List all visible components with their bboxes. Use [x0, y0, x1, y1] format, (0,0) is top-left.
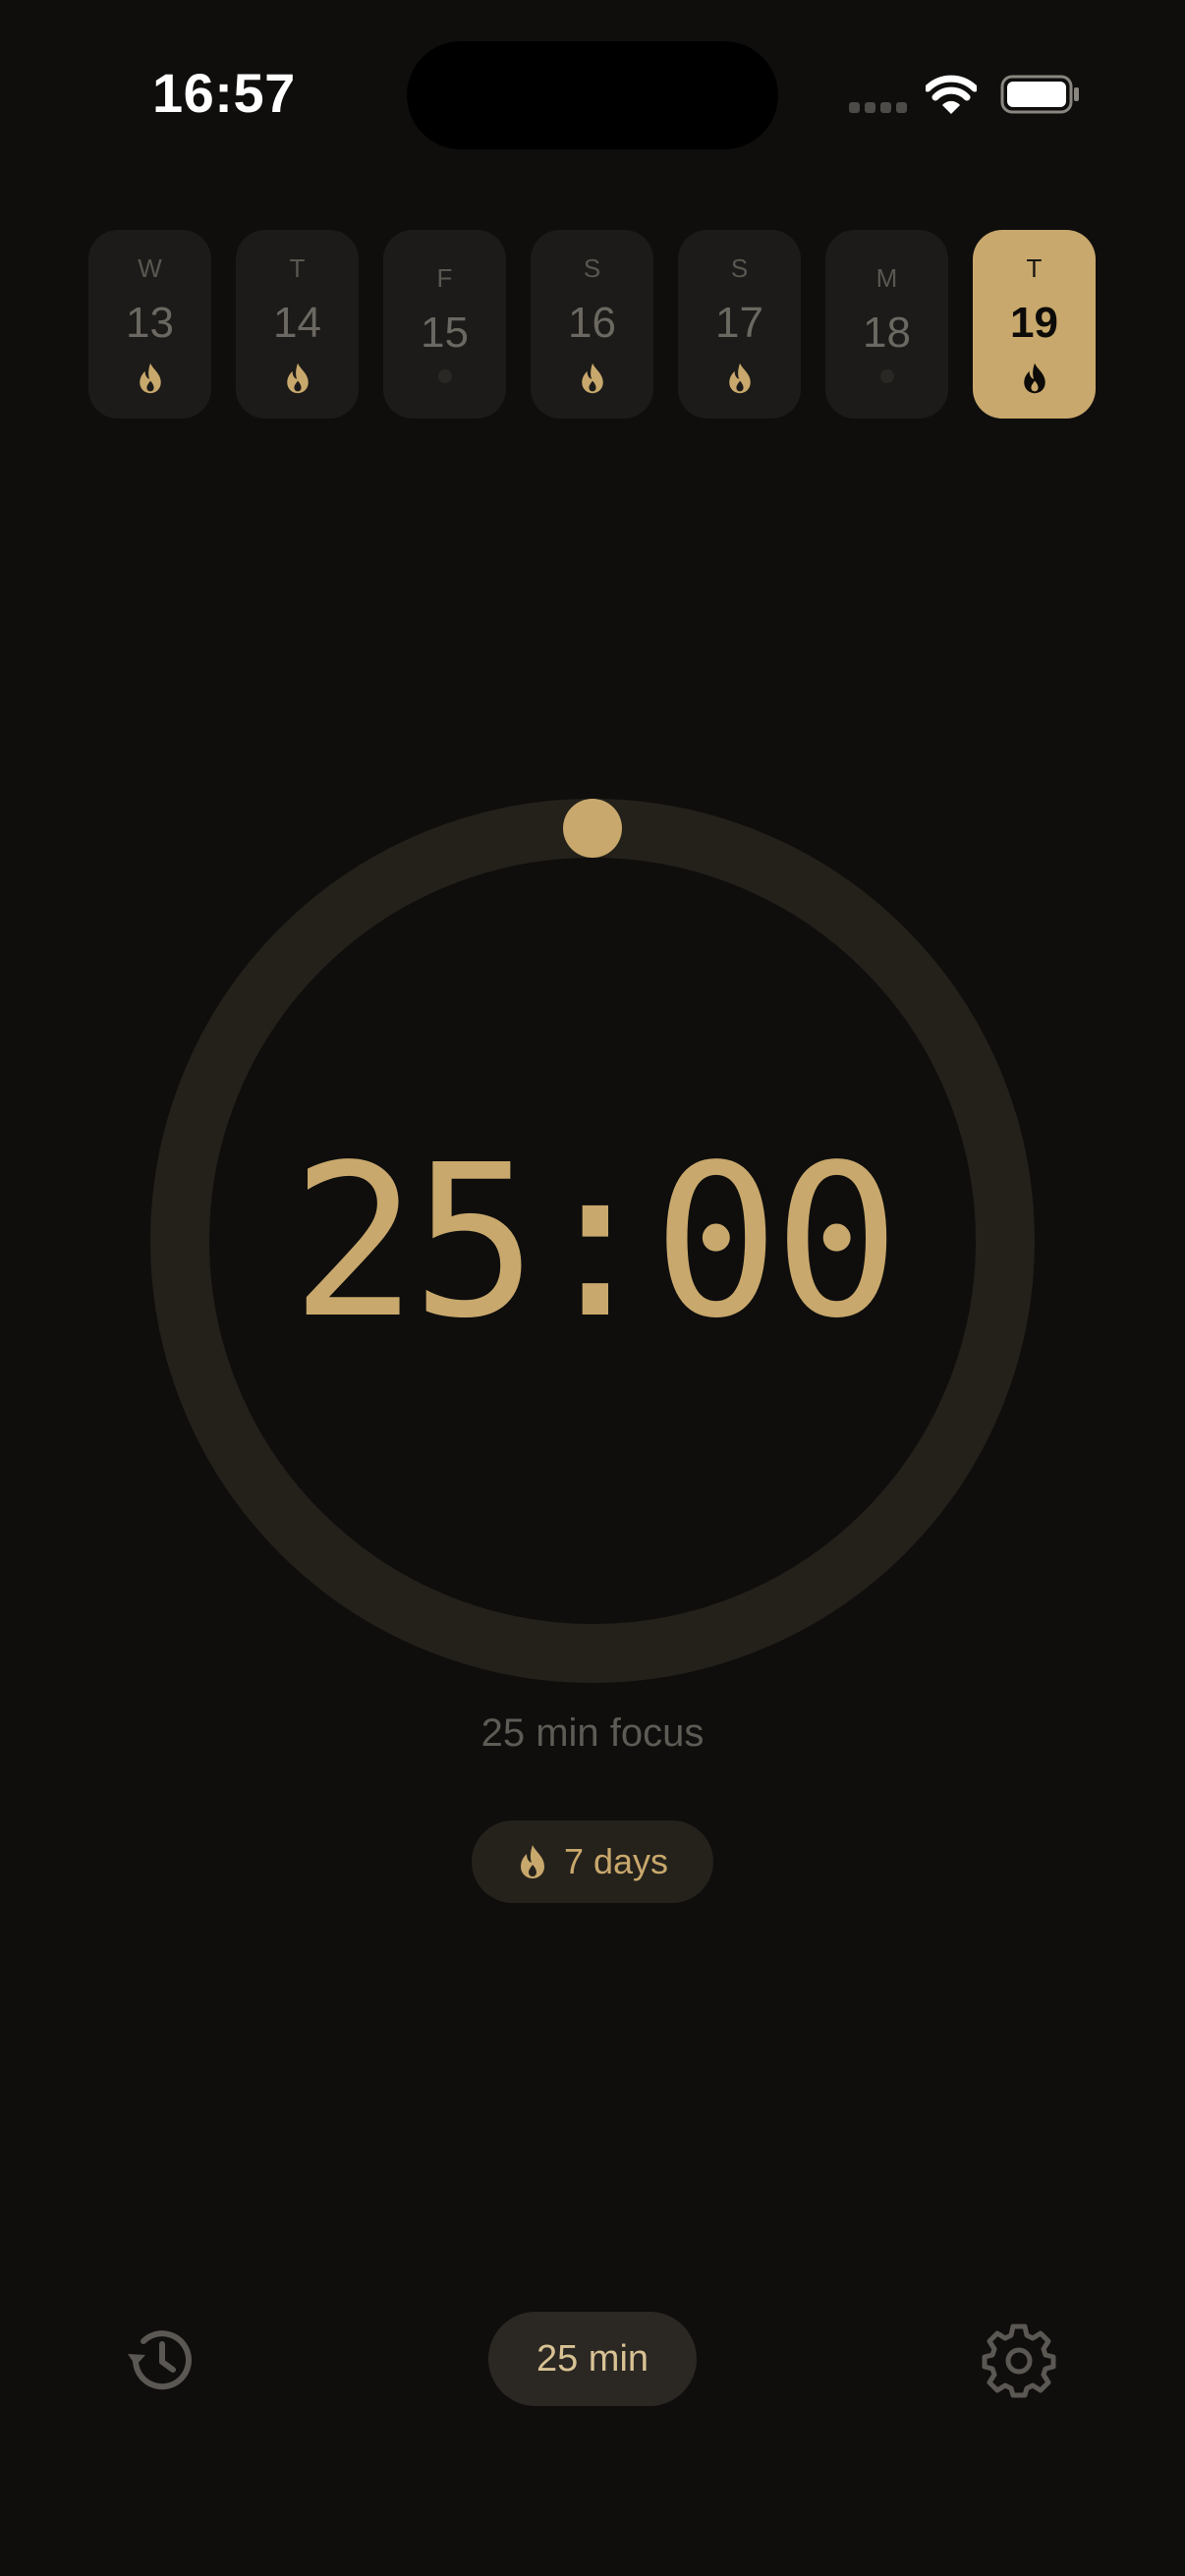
gear-icon[interactable]: [981, 2323, 1057, 2399]
day-chip-19[interactable]: T 19: [973, 230, 1096, 419]
timer-display[interactable]: 25:00: [148, 1100, 1037, 1385]
focus-timer-screen: 16:57 W 13 T 14 F 15 S 16 S 17 M 18 T 19 25:00 25 min…: [0, 0, 1185, 2576]
day-chip-13[interactable]: W 13: [88, 230, 211, 419]
empty-day-dot: [383, 369, 506, 383]
day-chip-18[interactable]: M 18: [825, 230, 948, 419]
flame-icon: [236, 362, 359, 395]
streak-badge[interactable]: 7 days: [472, 1820, 713, 1903]
history-icon[interactable]: [122, 2321, 200, 2399]
day-letter: T: [1026, 253, 1043, 283]
day-letter: T: [289, 253, 306, 283]
wifi-icon: [926, 75, 977, 114]
flame-icon: [88, 362, 211, 395]
empty-day-dot: [825, 369, 948, 383]
duration-button[interactable]: 25 min: [488, 2312, 697, 2406]
week-strip: W 13 T 14 F 15 S 16 S 17 M 18 T 19: [88, 230, 1097, 419]
day-number: 18: [863, 308, 911, 357]
day-number: 13: [126, 299, 174, 347]
day-letter: M: [875, 263, 898, 293]
dynamic-island: [407, 41, 778, 149]
day-letter: S: [583, 253, 601, 283]
flame-icon: [531, 362, 653, 395]
focus-caption: 25 min focus: [480, 1711, 705, 1755]
day-number: 14: [273, 299, 321, 347]
battery-icon: [1000, 75, 1079, 114]
day-letter: F: [436, 263, 453, 293]
flame-icon: [973, 362, 1096, 395]
day-chip-17[interactable]: S 17: [678, 230, 801, 419]
day-letter: S: [730, 253, 749, 283]
day-number: 17: [715, 299, 763, 347]
day-number: 19: [1010, 299, 1058, 347]
flame-icon: [678, 362, 801, 395]
status-time: 16:57: [152, 62, 296, 124]
cellular-signal-icon: [849, 102, 908, 116]
day-number: 15: [421, 308, 469, 357]
flame-icon: [520, 1845, 544, 1878]
day-chip-16[interactable]: S 16: [531, 230, 653, 419]
streak-label: 7 days: [563, 1841, 669, 1881]
day-chip-15[interactable]: F 15: [383, 230, 506, 419]
day-chip-14[interactable]: T 14: [236, 230, 359, 419]
day-number: 16: [568, 299, 616, 347]
day-letter: W: [138, 253, 162, 283]
